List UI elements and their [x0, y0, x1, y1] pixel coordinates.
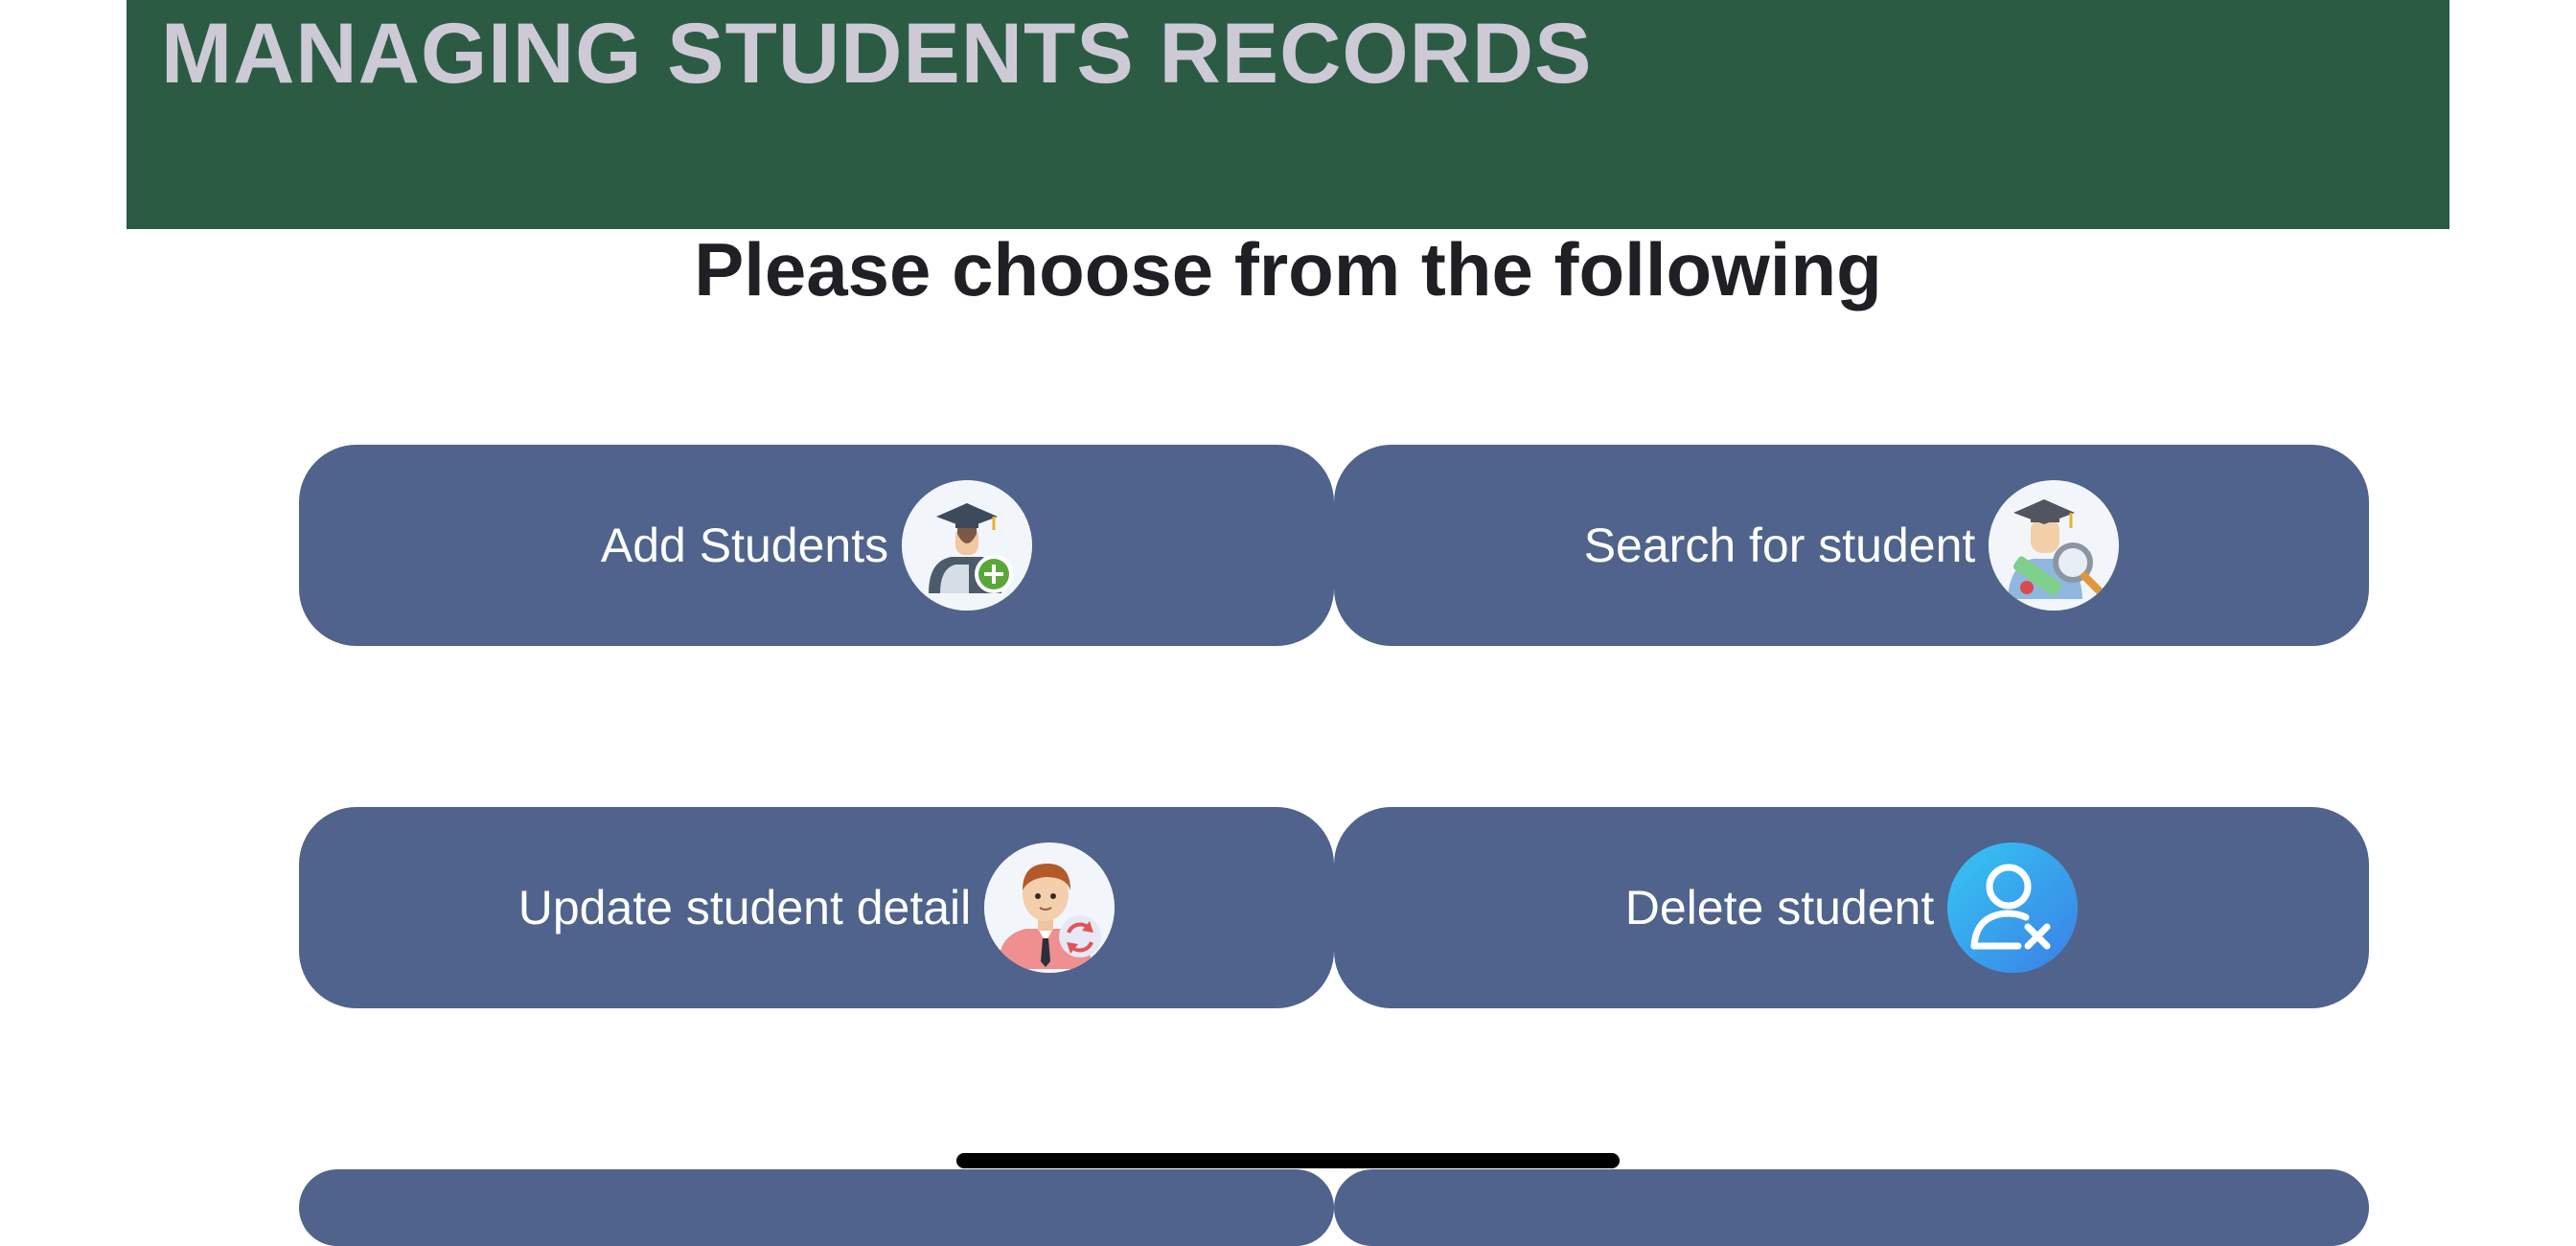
update-student-button[interactable]: Update student detail [299, 807, 1334, 1008]
delete-student-button[interactable]: Delete student [1334, 807, 2369, 1008]
more-options-button-left[interactable] [299, 1169, 1334, 1246]
update-student-label: Update student detail [518, 881, 972, 934]
user-remove-icon [1947, 842, 2079, 973]
student-refresh-icon [984, 842, 1116, 973]
delete-student-label: Delete student [1624, 881, 1935, 934]
add-students-label: Add Students [600, 519, 889, 572]
app-header: MANAGING STUDENTS RECORDS [126, 0, 2450, 229]
graduate-search-icon [1989, 480, 2120, 611]
search-student-label: Search for student [1583, 519, 1976, 572]
graduate-add-icon [902, 480, 1033, 611]
more-options-button-right[interactable] [1334, 1169, 2369, 1246]
home-indicator[interactable] [956, 1153, 1620, 1168]
search-student-button[interactable]: Search for student [1334, 445, 2369, 646]
add-students-button[interactable]: Add Students [299, 445, 1334, 646]
page-title: MANAGING STUDENTS RECORDS [161, 5, 1593, 101]
instructions-heading: Please choose from the following [694, 227, 1882, 312]
